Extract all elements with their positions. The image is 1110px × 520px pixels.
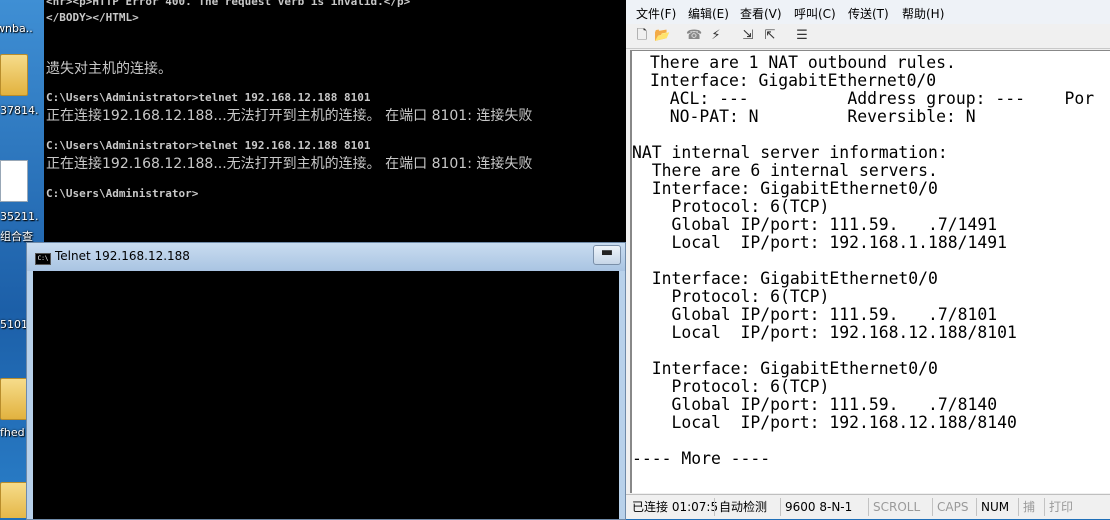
menu-file[interactable]: 文件(F) [636,5,676,22]
status-bar: 已连接 01:07:5 自动检测 9600 8-N-1 SCROLL CAPS … [626,494,1110,519]
folder-icon[interactable] [0,378,28,420]
desktop-label: fhed [0,426,25,439]
folder-icon[interactable] [0,482,28,518]
terminal-line: Global IP/port: 111.59. .7/8101 [632,305,998,324]
desktop-label: 35211. [0,210,39,223]
menu-call[interactable]: 呼叫(C) [794,5,836,22]
cmd-output-line: 正在连接192.168.12.188...无法打开到主机的连接。 在端口 810… [46,156,533,172]
toolbar: 🗋 📂 ☎ ⚡ ⇲ ⇱ ☰ [626,24,1110,49]
status-capture: 捕 [1018,498,1035,516]
cmd-prompt-line: C:\Users\Administrator>telnet 192.168.12… [46,139,371,152]
receive-icon[interactable]: ⇱ [762,28,778,44]
status-scroll: SCROLL [868,498,920,516]
terminal-line: There are 1 NAT outbound rules. [650,53,956,72]
folder-icon[interactable] [0,54,28,96]
terminal-line: NAT internal server information: [632,143,948,162]
terminal-line: ACL: --- Address group: --- Por [650,89,1095,108]
status-connected: 已连接 01:07:5 [632,500,719,514]
terminal-screen[interactable]: There are 1 NAT outbound rules. Interfac… [630,50,1110,493]
cmd-prompt-line: C:\Users\Administrator> [46,187,199,200]
menu-bar: 文件(F) 编辑(E) 查看(V) 呼叫(C) 传送(T) 帮助(H) [626,0,1110,25]
cmd-output-line: <hr><p>HTTP Error 400. The request verb … [46,0,411,8]
status-baud: 9600 8-N-1 [780,498,852,516]
disconnect-icon[interactable]: ⚡ [708,28,724,44]
menu-transfer[interactable]: 传送(T) [848,5,889,22]
terminal-more-prompt: ---- More ---- [632,449,771,468]
status-caps: CAPS [932,498,968,516]
desktop-label: 37814. [0,104,39,117]
connect-icon[interactable]: ☎ [686,28,702,44]
status-autodetect: 自动检测 [714,498,767,516]
menu-view[interactable]: 查看(V) [740,5,782,22]
open-icon[interactable]: 📂 [654,28,670,44]
status-print: 打印 [1044,498,1073,516]
cmd-prompt-line: C:\Users\Administrator>telnet 192.168.12… [46,91,371,104]
desktop-label: wnba.. [0,22,33,35]
cmd-output-line: 正在连接192.168.12.188...无法打开到主机的连接。 在端口 810… [46,108,533,124]
terminal-line: Local IP/port: 192.168.12.188/8101 [632,323,1017,342]
cmd-output-line: 遗失对主机的连接。 [46,61,172,77]
cmd-icon: C:\ [35,253,51,265]
telnet-console[interactable] [33,271,619,519]
hyperterminal-window[interactable]: 文件(F) 编辑(E) 查看(V) 呼叫(C) 传送(T) 帮助(H) 🗋 📂 … [626,0,1110,519]
terminal-line: Local IP/port: 192.168.12.188/8140 [632,413,1017,432]
properties-icon[interactable]: ☰ [794,28,810,44]
terminal-line: Interface: GigabitEthernet0/0 [632,269,938,288]
status-num: NUM [976,498,1009,516]
terminal-line: Interface: GigabitEthernet0/0 [632,179,938,198]
telnet-window[interactable]: C:\ Telnet 192.168.12.188 ▬ [26,242,626,520]
menu-help[interactable]: 帮助(H) [902,5,944,22]
terminal-line: Global IP/port: 111.59. .7/1491 [632,215,998,234]
desktop-label: 5101 [0,318,28,331]
terminal-line: Local IP/port: 192.168.1.188/1491 [632,233,1007,252]
terminal-line: Protocol: 6(TCP) [632,377,830,396]
new-icon[interactable]: 🗋 [634,28,650,44]
minimize-button[interactable]: ▬ [593,245,621,265]
terminal-line: Interface: GigabitEthernet0/0 [650,71,937,90]
terminal-line: Protocol: 6(TCP) [632,197,830,216]
telnet-title: Telnet 192.168.12.188 [55,249,190,263]
terminal-line: Protocol: 6(TCP) [632,287,830,306]
terminal-line: There are 6 internal servers. [632,161,938,180]
telnet-title-bar[interactable]: C:\ Telnet 192.168.12.188 ▬ [27,243,625,271]
send-icon[interactable]: ⇲ [740,28,756,44]
cmd-output-line: </BODY></HTML> [46,11,139,24]
document-icon[interactable] [0,160,28,202]
terminal-line: Interface: GigabitEthernet0/0 [632,359,938,378]
menu-edit[interactable]: 编辑(E) [688,5,729,22]
terminal-line: NO-PAT: N Reversible: N [650,107,976,126]
terminal-line: Global IP/port: 111.59. .7/8140 [632,395,998,414]
cmd-window[interactable]: <hr><p>HTTP Error 400. The request verb … [44,0,626,244]
